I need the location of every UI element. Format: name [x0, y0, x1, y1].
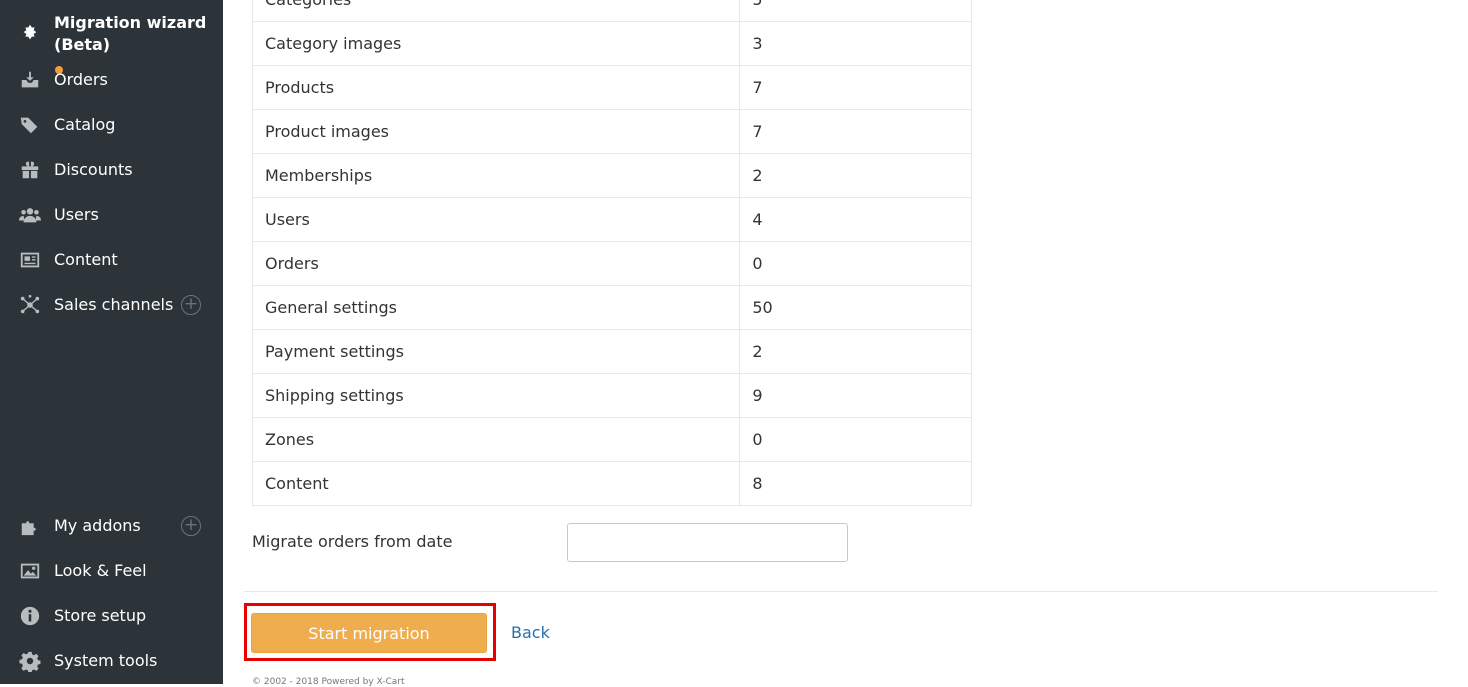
- sidebar-item-discounts[interactable]: Discounts: [0, 147, 223, 192]
- sidebar-item-users[interactable]: Users: [0, 192, 223, 237]
- start-migration-button[interactable]: Start migration: [251, 613, 487, 653]
- table-row: Products 7: [251, 65, 972, 110]
- sidebar-item-label: Users: [54, 205, 99, 224]
- row-label: Category images: [251, 21, 741, 66]
- sidebar-item-my-addons[interactable]: My addons +: [0, 503, 223, 548]
- row-label: Memberships: [251, 153, 741, 198]
- table-row: Users 4: [251, 197, 972, 242]
- tags-icon: [19, 114, 41, 136]
- sidebar-item-label: Orders: [54, 70, 108, 89]
- sidebar-item-label: System tools: [54, 651, 158, 670]
- table-row: Categories5: [251, 0, 972, 22]
- gift-icon: [19, 159, 41, 181]
- back-link[interactable]: Back: [511, 623, 550, 642]
- footer-copyright: © 2002 - 2018 Powered by X-Cart: [252, 677, 405, 687]
- row-count: 7: [739, 65, 972, 110]
- sidebar-item-catalog[interactable]: Catalog: [0, 102, 223, 147]
- date-field-label: Migrate orders from date: [252, 532, 453, 551]
- sidebar-item-label: Store setup: [54, 606, 147, 625]
- users-icon: [19, 204, 41, 226]
- row-label: Shipping settings: [251, 373, 741, 418]
- row-label: Zones: [251, 417, 741, 462]
- sidebar-item-content[interactable]: Content: [0, 237, 223, 282]
- table-row: Category images 3: [251, 21, 972, 66]
- sidebar-item-label: Migration wizard (Beta): [54, 13, 207, 54]
- sidebar-item-store-setup[interactable]: Store setup: [0, 593, 223, 638]
- row-label: Content: [251, 461, 741, 506]
- row-count: 0: [739, 241, 972, 286]
- row-label: Payment settings: [251, 329, 741, 374]
- newspaper-icon: [19, 249, 41, 271]
- sidebar-item-orders[interactable]: Orders: [0, 57, 223, 102]
- sidebar-item-system-tools[interactable]: System tools: [0, 638, 223, 683]
- puzzle-icon: [19, 515, 41, 537]
- table-row: Payment settings 2: [251, 329, 972, 374]
- sidebar-item-label: Catalog: [54, 115, 116, 134]
- sidebar-item-label: Content: [54, 250, 118, 269]
- row-label: Product images: [251, 109, 741, 154]
- row-label: Categories: [251, 0, 741, 22]
- sidebar: Migration wizard (Beta) Orders Catalog Di…: [0, 0, 223, 684]
- sidebar-item-sales-channels[interactable]: Sales channels +: [0, 282, 223, 327]
- row-count: 2: [739, 329, 972, 374]
- table-row: Memberships 2: [251, 153, 972, 198]
- table-row: General settings 50: [251, 285, 972, 330]
- row-label: General settings: [251, 285, 741, 330]
- sidebar-item-look-feel[interactable]: Look & Feel: [0, 548, 223, 593]
- sidebar-item-label: Sales channels: [54, 295, 174, 314]
- sidebar-item-label: Discounts: [54, 160, 133, 179]
- row-count: 7: [739, 109, 972, 154]
- table-row: Orders 0: [251, 241, 972, 286]
- orders-icon: [19, 66, 63, 91]
- row-count: 0: [739, 417, 972, 462]
- info-icon: [19, 605, 41, 627]
- row-count: 5: [739, 0, 972, 22]
- table-row: Shipping settings 9: [251, 373, 972, 418]
- row-count: 2: [739, 153, 972, 198]
- table-row: Content 8: [251, 461, 972, 506]
- row-count: 50: [739, 285, 972, 330]
- logo-icon: [19, 22, 41, 44]
- sidebar-item-migration-wizard[interactable]: Migration wizard (Beta): [0, 0, 223, 60]
- row-label: Users: [251, 197, 741, 242]
- row-count: 3: [739, 21, 972, 66]
- row-count: 9: [739, 373, 972, 418]
- expand-plus-icon[interactable]: +: [181, 515, 201, 536]
- table-row: Zones 0: [251, 417, 972, 462]
- migrate-from-date-input[interactable]: [567, 523, 848, 562]
- row-count: 8: [739, 461, 972, 506]
- sidebar-item-label: My addons: [54, 516, 141, 535]
- image-icon: [19, 560, 41, 582]
- row-label: Orders: [251, 241, 741, 286]
- divider: [244, 591, 1438, 592]
- migration-summary-table: Categories5Category images3Products7Prod…: [251, 0, 972, 506]
- row-label: Products: [251, 65, 741, 110]
- sidebar-item-label: Look & Feel: [54, 561, 147, 580]
- gear-icon: [19, 650, 41, 672]
- expand-plus-icon[interactable]: +: [181, 294, 201, 315]
- table-row: Product images 7: [251, 109, 972, 154]
- row-count: 4: [739, 197, 972, 242]
- network-icon: [19, 294, 41, 316]
